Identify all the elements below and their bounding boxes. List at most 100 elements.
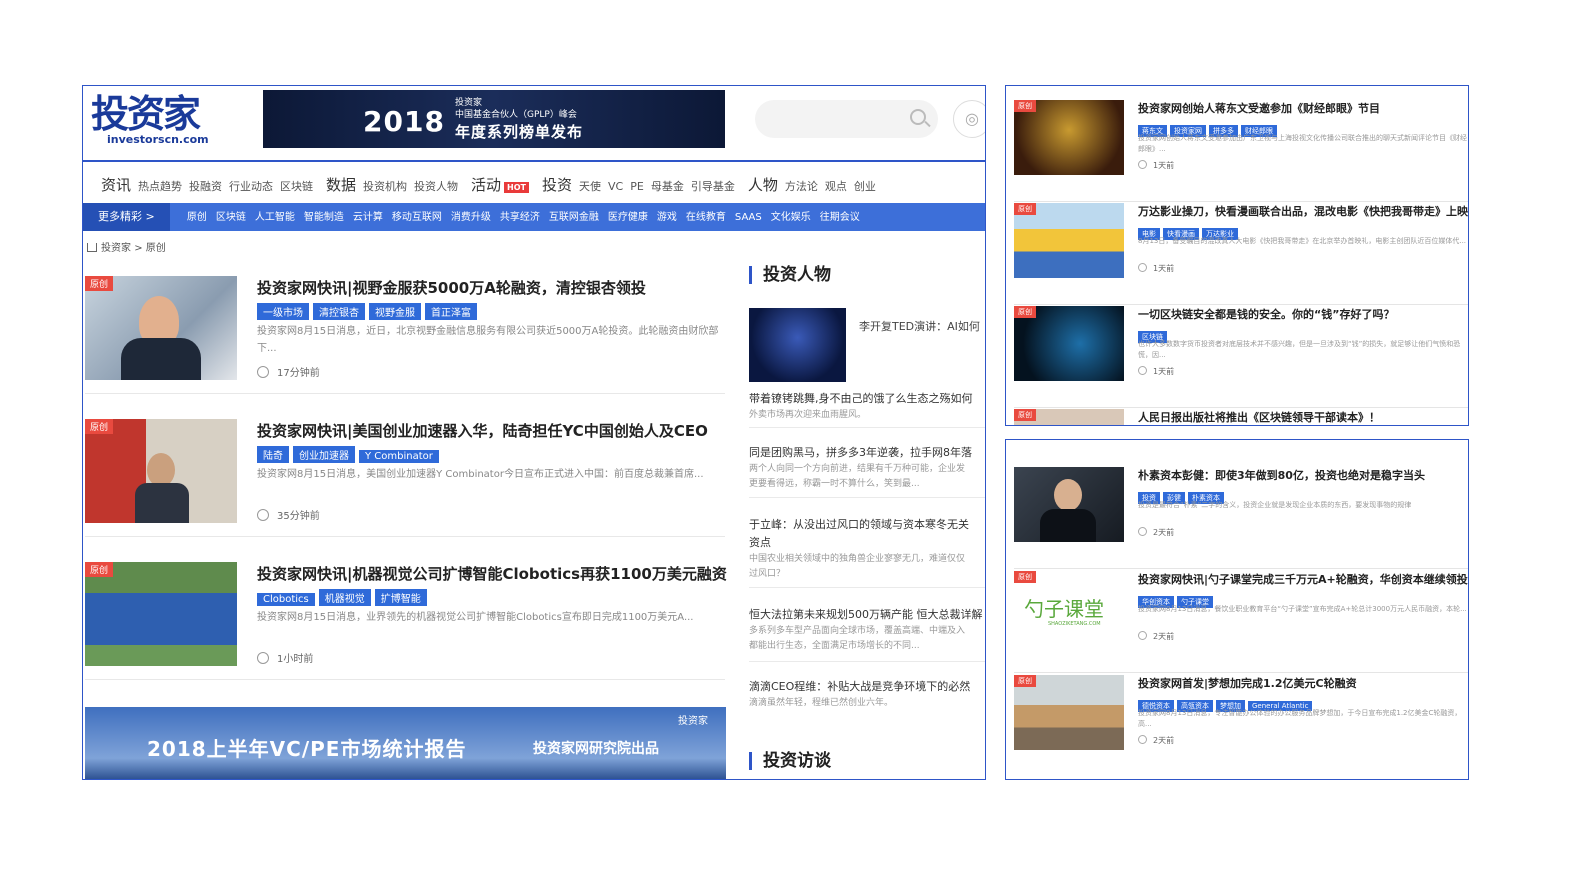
- tag[interactable]: 创业加速器: [293, 446, 355, 463]
- search-input[interactable]: [755, 100, 938, 138]
- nav-item[interactable]: 创业: [854, 180, 876, 193]
- person-caption[interactable]: 李开复TED演讲：AI如何: [859, 318, 980, 334]
- subnav-item[interactable]: 人工智能: [255, 204, 295, 232]
- article-title[interactable]: 投资家网快讯|视野金服获5000万A轮融资，清控银杏领投: [257, 277, 646, 298]
- subnav-item[interactable]: 共享经济: [500, 204, 540, 232]
- nav-category[interactable]: 投资: [542, 176, 572, 194]
- article-title[interactable]: 投资家网快讯|机器视觉公司扩博智能Clobotics再获1100万美元融资: [257, 563, 727, 584]
- tag[interactable]: 一级市场: [257, 303, 309, 320]
- subnav-item[interactable]: 原创: [187, 204, 207, 232]
- home-icon[interactable]: [87, 243, 97, 252]
- tag[interactable]: 机器视觉: [318, 589, 371, 606]
- nav-category[interactable]: 活动: [471, 176, 501, 194]
- nav-category[interactable]: 人物: [748, 176, 778, 194]
- nav-item[interactable]: VC: [608, 180, 623, 193]
- subnav-item[interactable]: 文化娱乐: [771, 204, 811, 232]
- subnav-item[interactable]: 消费升级: [451, 204, 491, 232]
- weibo-icon[interactable]: ◎: [953, 100, 985, 138]
- article-thumbnail[interactable]: 原创: [85, 419, 237, 523]
- news-title[interactable]: 投资家网创始人蒋东文受邀参加《财经郎眼》节目: [1138, 100, 1380, 116]
- news-time: 1天前: [1138, 263, 1174, 274]
- side-item-title[interactable]: 带着镣铐跳舞,身不由己的饿了么生态之殇如何: [749, 390, 985, 408]
- nav-item[interactable]: 区块链: [280, 180, 313, 193]
- nav-item[interactable]: 行业动态: [229, 180, 273, 193]
- news-thumbnail[interactable]: [1014, 467, 1124, 542]
- clock-icon: [1138, 263, 1147, 272]
- side-list-item[interactable]: 恒大法拉第未来规划500万辆产能 恒大总裁详解 多系列多车型产品面向全球市场，覆…: [749, 606, 985, 662]
- subnav-item[interactable]: 互联网金融: [549, 204, 599, 232]
- subnav-item[interactable]: 云计算: [353, 204, 383, 232]
- tag[interactable]: 扩博智能: [374, 589, 427, 606]
- tag[interactable]: 视野金服: [369, 303, 421, 320]
- nav-item[interactable]: 投资机构: [363, 180, 407, 193]
- news-title[interactable]: 万达影业操刀，快看漫画联合出品，混改电影《快把我哥带走》上映: [1138, 203, 1468, 219]
- news-item[interactable]: 原创 一切区块链安全都是钱的安全。你的“钱”存好了吗？ 区块链 也许大多数数字货…: [1014, 306, 1468, 408]
- subnav-item[interactable]: 游戏: [657, 204, 677, 232]
- news-title[interactable]: 朴素资本彭健：即使3年做到80亿，投资也绝对是稳字当头: [1138, 467, 1425, 483]
- nav-item[interactable]: 引导基金: [691, 180, 735, 193]
- news-item[interactable]: 朴素资本彭健：即使3年做到80亿，投资也绝对是稳字当头 投资 彭健 朴素资本 投资是…: [1014, 467, 1468, 569]
- report-banner[interactable]: 投资家 2018上半年VC/PE市场统计报告 投资家网研究院出品: [85, 707, 726, 779]
- search-icon[interactable]: [910, 109, 926, 125]
- news-item[interactable]: 原创 投资家网首发|梦想加完成1.2亿美元C轮融资 德悦资本 高瓴资本 梦想加 Gen…: [1014, 675, 1468, 777]
- nav-item[interactable]: 热点趋势: [138, 180, 182, 193]
- nav-category[interactable]: 数据: [326, 176, 356, 194]
- side-list-item[interactable]: 滴滴CEO程维：补贴大战是竞争环境下的必然 滴滴虽然年轻，程维已然创业六年。: [749, 678, 985, 716]
- side-list-item[interactable]: 同是团购黑马，拼多多3年逆袭，拉手网8年落 两个人向同一个方向前进，结果有千万种…: [749, 444, 985, 498]
- tag[interactable]: Y Combinator: [359, 450, 439, 463]
- news-title[interactable]: 一切区块链安全都是钱的安全。你的“钱”存好了吗？: [1138, 306, 1394, 322]
- subnav-item[interactable]: 区块链: [216, 204, 246, 232]
- nav-item[interactable]: 观点: [825, 180, 847, 193]
- side-item-title[interactable]: 于立峰：从没出过风口的领域与资本寒冬无关: [749, 516, 985, 534]
- subnav-item[interactable]: 智能制造: [304, 204, 344, 232]
- news-title[interactable]: 投资家网快讯|勺子课堂完成三千万元A+轮融资，华创资本继续领投: [1138, 571, 1468, 587]
- nav-item[interactable]: 投资人物: [414, 180, 458, 193]
- article-thumbnail[interactable]: 原创: [85, 276, 237, 380]
- side-list-item[interactable]: 于立峰：从没出过风口的领域与资本寒冬无关 资点 中国农业相关领域中的独角兽企业寥…: [749, 516, 985, 588]
- news-thumbnail[interactable]: 原创: [1014, 306, 1124, 381]
- nav-item[interactable]: 投融资: [189, 180, 222, 193]
- article-title[interactable]: 投资家网快讯|美国创业加速器入华，陆奇担任YC中国创始人及CEO: [257, 420, 708, 441]
- news-item[interactable]: 原创 勺子课堂 SHAOZIKETANG.COM 投资家网快讯|勺子课堂完成三千…: [1014, 571, 1468, 673]
- subnav-item[interactable]: 在线教育: [686, 204, 726, 232]
- subnav-item[interactable]: 医疗健康: [608, 204, 648, 232]
- subnav-item[interactable]: 移动互联网: [392, 204, 442, 232]
- side-item-title[interactable]: 资点: [749, 534, 985, 552]
- subnav-item[interactable]: 往期会议: [820, 204, 860, 232]
- news-item[interactable]: 原创 万达影业操刀，快看漫画联合出品，混改电影《快把我哥带走》上映 电影 快看漫画…: [1014, 203, 1468, 305]
- article-thumbnail[interactable]: 原创: [85, 562, 237, 666]
- side-item-title[interactable]: 同是团购黑马，拼多多3年逆袭，拉手网8年落: [749, 444, 985, 462]
- news-thumbnail[interactable]: 原创: [1014, 100, 1124, 175]
- tag[interactable]: 清控银杏: [313, 303, 365, 320]
- header-banner[interactable]: 2018 投资家 中国基金合伙人（GPLP）峰会 年度系列榜单发布: [263, 90, 725, 148]
- article-item[interactable]: 原创 投资家网快讯|美国创业加速器入华，陆奇担任YC中国创始人及CEO 陆奇 创业…: [85, 419, 725, 537]
- more-button[interactable]: 更多精彩 >: [83, 203, 170, 231]
- nav-item[interactable]: 母基金: [651, 180, 684, 193]
- clock-icon: [1138, 527, 1147, 536]
- news-thumbnail[interactable]: 原创 勺子课堂 SHAOZIKETANG.COM: [1014, 571, 1124, 646]
- news-thumbnail[interactable]: 原创: [1014, 409, 1124, 425]
- nav-item[interactable]: 方法论: [785, 180, 818, 193]
- nav-category[interactable]: 资讯: [101, 176, 131, 194]
- site-logo[interactable]: 投资家 investorscn.com: [91, 94, 221, 148]
- breadcrumb-home[interactable]: 投资家: [101, 243, 131, 254]
- tag[interactable]: 陆奇: [257, 446, 289, 463]
- subnav-item[interactable]: SAAS: [735, 204, 762, 232]
- news-item[interactable]: 原创 人民日报出版社将推出《区块链领导干部读本》！: [1014, 409, 1468, 425]
- side-item-title[interactable]: 滴滴CEO程维：补贴大战是竞争环境下的必然: [749, 678, 985, 696]
- person-image[interactable]: [749, 308, 846, 382]
- article-item[interactable]: 原创 投资家网快讯|机器视觉公司扩博智能Clobotics再获1100万美元融资…: [85, 562, 727, 680]
- side-item-desc: 都能出行生态，全面满足市场增长的不同...: [749, 641, 920, 651]
- news-title[interactable]: 投资家网首发|梦想加完成1.2亿美元C轮融资: [1138, 675, 1357, 691]
- tag[interactable]: Clobotics: [257, 593, 315, 606]
- article-item[interactable]: 原创 投资家网快讯|视野金服获5000万A轮融资，清控银杏领投 一级市场 清控银杏…: [85, 276, 725, 394]
- tag[interactable]: 首正泽富: [425, 303, 477, 320]
- nav-item[interactable]: PE: [630, 180, 644, 193]
- news-thumbnail[interactable]: 原创: [1014, 675, 1124, 750]
- side-item-title[interactable]: 恒大法拉第未来规划500万辆产能 恒大总裁详解: [749, 606, 985, 624]
- side-list-item[interactable]: 带着镣铐跳舞,身不由己的饿了么生态之殇如何 外卖市场再次迎来血雨腥风。: [749, 390, 985, 428]
- news-item[interactable]: 原创 投资家网创始人蒋东文受邀参加《财经郎眼》节目 蒋东文 投资家网 拼多多 财经郎眼…: [1014, 100, 1468, 202]
- news-thumbnail[interactable]: 原创: [1014, 203, 1124, 278]
- nav-item[interactable]: 天使: [579, 180, 601, 193]
- news-title[interactable]: 人民日报出版社将推出《区块链领导干部读本》！: [1138, 409, 1380, 425]
